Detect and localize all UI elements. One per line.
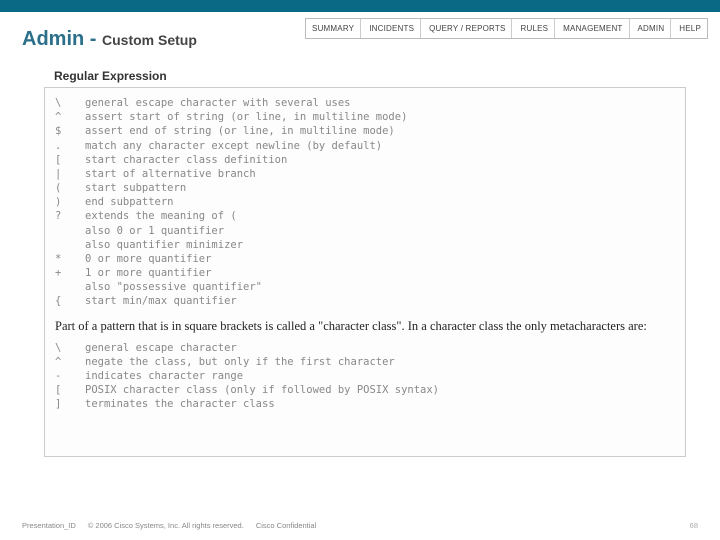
regex-desc: 0 or more quantifier	[85, 252, 675, 266]
regex-reference-box: \general escape character with several u…	[44, 87, 686, 457]
regex-row: ^assert start of string (or line, in mul…	[55, 110, 675, 124]
regex-desc: also quantifier minimizer	[85, 238, 675, 252]
page-number: 68	[690, 521, 698, 530]
regex-desc: start character class definition	[85, 153, 675, 167]
menu-management[interactable]: MANAGEMENT	[557, 19, 629, 38]
regex-row: also quantifier minimizer	[55, 238, 675, 252]
regex-desc: also "possessive quantifier"	[85, 280, 675, 294]
regex-desc: also 0 or 1 quantifier	[85, 224, 675, 238]
regex-symbol: ?	[55, 209, 85, 223]
regex-symbol: ^	[55, 355, 85, 369]
regex-symbol: \	[55, 341, 85, 355]
regex-desc: assert end of string (or line, in multil…	[85, 124, 675, 138]
title-sub: Custom Setup	[102, 32, 197, 48]
regex-row: +1 or more quantifier	[55, 266, 675, 280]
regex-desc: general escape character with several us…	[85, 96, 675, 110]
regex-desc: terminates the character class	[85, 397, 675, 411]
top-menu: SUMMARY INCIDENTS QUERY / REPORTS RULES …	[305, 18, 708, 39]
confidential: Cisco Confidential	[256, 521, 316, 530]
regex-row: -indicates character range	[55, 369, 675, 383]
regex-desc: 1 or more quantifier	[85, 266, 675, 280]
regex-desc: negate the class, but only if the first …	[85, 355, 675, 369]
menu-admin[interactable]: ADMIN	[632, 19, 672, 38]
presentation-id: Presentation_ID	[22, 521, 76, 530]
regex-desc: extends the meaning of (	[85, 209, 675, 223]
regex-row: also 0 or 1 quantifier	[55, 224, 675, 238]
regex-symbol: )	[55, 195, 85, 209]
section-label: Regular Expression	[0, 57, 720, 87]
regex-symbol: (	[55, 181, 85, 195]
regex-desc: indicates character range	[85, 369, 675, 383]
regex-row: *0 or more quantifier	[55, 252, 675, 266]
regex-desc: general escape character	[85, 341, 675, 355]
regex-row: ^negate the class, but only if the first…	[55, 355, 675, 369]
regex-symbol: \	[55, 96, 85, 110]
regex-symbol: ]	[55, 397, 85, 411]
regex-symbol: .	[55, 139, 85, 153]
regex-desc: start of alternative branch	[85, 167, 675, 181]
regex-row: \general escape character with several u…	[55, 96, 675, 110]
regex-desc: POSIX character class (only if followed …	[85, 383, 675, 397]
regex-row: also "possessive quantifier"	[55, 280, 675, 294]
regex-row: (start subpattern	[55, 181, 675, 195]
meta-table-2: \general escape character^negate the cla…	[55, 341, 675, 412]
regex-desc: start min/max quantifier	[85, 294, 675, 308]
top-stripe	[0, 0, 720, 12]
regex-row: [start character class definition	[55, 153, 675, 167]
regex-symbol	[55, 238, 85, 252]
meta-table-1: \general escape character with several u…	[55, 96, 675, 309]
regex-symbol: -	[55, 369, 85, 383]
title-main: Admin -	[22, 28, 102, 50]
regex-desc: end subpattern	[85, 195, 675, 209]
regex-row: [POSIX character class (only if followed…	[55, 383, 675, 397]
menu-query-reports[interactable]: QUERY / REPORTS	[423, 19, 512, 38]
regex-row: {start min/max quantifier	[55, 294, 675, 308]
regex-desc: assert start of string (or line, in mult…	[85, 110, 675, 124]
character-class-note: Part of a pattern that is in square brac…	[55, 309, 675, 341]
regex-row: $assert end of string (or line, in multi…	[55, 124, 675, 138]
regex-symbol: [	[55, 153, 85, 167]
regex-symbol: +	[55, 266, 85, 280]
regex-symbol: |	[55, 167, 85, 181]
regex-symbol: [	[55, 383, 85, 397]
copyright: © 2006 Cisco Systems, Inc. All rights re…	[88, 521, 244, 530]
menu-summary[interactable]: SUMMARY	[306, 19, 361, 38]
regex-row: .match any character except newline (by …	[55, 139, 675, 153]
menu-help[interactable]: HELP	[673, 19, 707, 38]
regex-symbol: $	[55, 124, 85, 138]
menu-rules[interactable]: RULES	[514, 19, 555, 38]
regex-symbol: *	[55, 252, 85, 266]
regex-row: ]terminates the character class	[55, 397, 675, 411]
regex-row: \general escape character	[55, 341, 675, 355]
regex-row: ?extends the meaning of (	[55, 209, 675, 223]
regex-symbol: ^	[55, 110, 85, 124]
regex-symbol: {	[55, 294, 85, 308]
regex-symbol	[55, 224, 85, 238]
footer: Presentation_ID © 2006 Cisco Systems, In…	[22, 521, 698, 530]
menu-incidents[interactable]: INCIDENTS	[363, 19, 421, 38]
regex-desc: match any character except newline (by d…	[85, 139, 675, 153]
regex-symbol	[55, 280, 85, 294]
regex-row: )end subpattern	[55, 195, 675, 209]
regex-row: |start of alternative branch	[55, 167, 675, 181]
regex-desc: start subpattern	[85, 181, 675, 195]
